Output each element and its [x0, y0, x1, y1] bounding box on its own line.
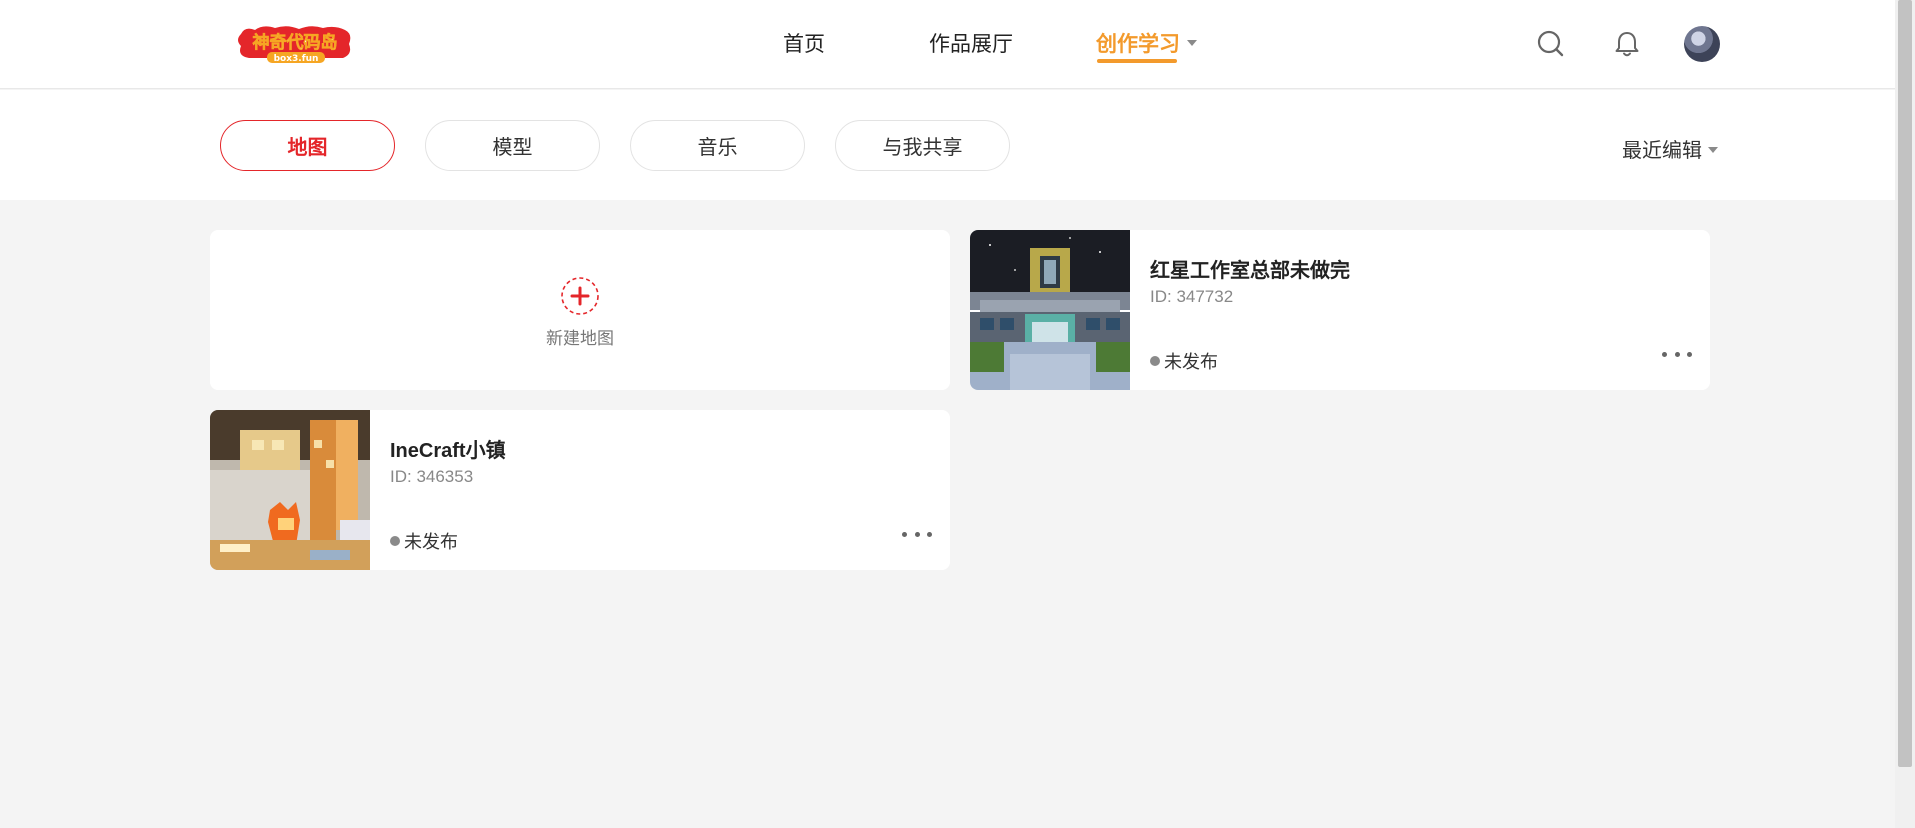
status-label: 未发布	[404, 532, 458, 552]
nav-active-indicator	[1097, 59, 1177, 63]
dot-icon	[1687, 351, 1692, 357]
tab-music[interactable]: 音乐	[630, 120, 805, 171]
nav-gallery[interactable]: 作品展厅	[929, 28, 1013, 58]
tab-model[interactable]: 模型	[425, 120, 600, 171]
new-map-label: 新建地图	[546, 329, 614, 348]
map-thumbnail[interactable]	[970, 230, 1130, 390]
search-icon[interactable]	[1534, 27, 1568, 61]
dot-icon	[1674, 351, 1680, 357]
more-options-button[interactable]	[1662, 346, 1692, 362]
logo-text: 神奇代码岛	[253, 32, 338, 53]
plus-circle-icon	[561, 277, 599, 315]
status-label: 未发布	[1164, 352, 1218, 372]
status-dot-icon	[390, 536, 400, 546]
new-map-card[interactable]: 新建地图	[210, 230, 950, 390]
map-card: 红星工作室总部未做完 ID: 347732 未发布	[970, 230, 1710, 390]
nav-learn[interactable]: 创作学习	[1096, 28, 1197, 58]
map-title: 红星工作室总部未做完	[1150, 260, 1350, 282]
map-card: IneCraft小镇 ID: 346353 未发布	[210, 410, 950, 570]
nav-home[interactable]: 首页	[783, 28, 825, 58]
more-options-button[interactable]	[902, 526, 932, 542]
site-logo[interactable]: 神奇代码岛 box3.fun	[235, 24, 355, 64]
sort-dropdown[interactable]: 最近编辑	[1622, 134, 1718, 163]
map-id: ID: 346353	[390, 467, 474, 486]
map-thumbnail[interactable]	[210, 410, 370, 570]
dot-icon	[927, 531, 932, 537]
chevron-down-icon	[1708, 146, 1718, 153]
sort-label: 最近编辑	[1622, 140, 1702, 162]
tab-shared-with-me[interactable]: 与我共享	[835, 120, 1010, 171]
scrollbar-thumb[interactable]	[1898, 0, 1912, 767]
filter-bar: 地图 模型 音乐 与我共享 最近编辑	[0, 90, 1895, 200]
map-id: ID: 347732	[1150, 287, 1234, 306]
chevron-down-icon	[1187, 40, 1197, 47]
status-badge: 未发布	[1150, 348, 1218, 374]
bell-icon[interactable]	[1610, 27, 1644, 61]
nav-learn-label: 创作学习	[1096, 33, 1180, 56]
page-scrollbar[interactable]	[1895, 0, 1915, 828]
tab-map[interactable]: 地图	[220, 120, 395, 171]
dot-icon	[902, 531, 907, 537]
map-title: IneCraft小镇	[390, 440, 506, 462]
top-navigation-bar: 神奇代码岛 box3.fun 首页 作品展厅 创作学习	[0, 0, 1895, 89]
dot-icon	[1662, 351, 1667, 357]
avatar[interactable]	[1684, 26, 1720, 62]
dot-icon	[914, 531, 920, 537]
status-badge: 未发布	[390, 528, 458, 554]
logo-subtext: box3.fun	[274, 54, 319, 64]
status-dot-icon	[1150, 356, 1160, 366]
